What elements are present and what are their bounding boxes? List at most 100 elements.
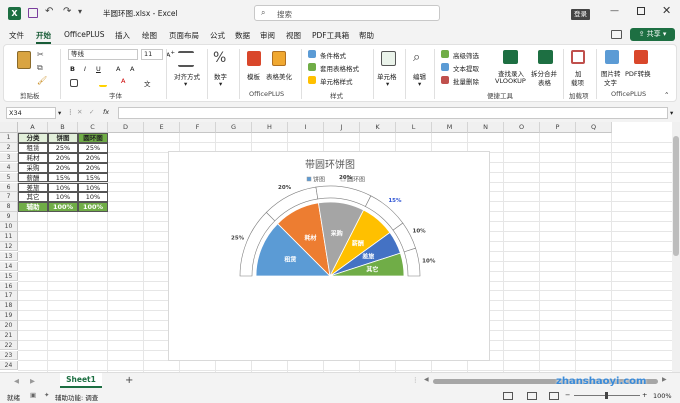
share-button[interactable]: ⇪ 共享 ▾: [630, 28, 675, 41]
picture-to-text-icon[interactable]: [605, 50, 619, 64]
row-header-4[interactable]: 4: [0, 162, 18, 173]
minimize-button[interactable]: —: [610, 6, 619, 16]
select-all-corner[interactable]: [0, 122, 18, 133]
add-sheet-button[interactable]: +: [125, 375, 133, 386]
name-box-chevron-icon[interactable]: ▾: [58, 109, 61, 117]
advanced-filter-icon[interactable]: [441, 50, 449, 58]
row-header-9[interactable]: 9: [0, 212, 18, 222]
conditional-format-icon[interactable]: [308, 50, 316, 58]
accessibility-status[interactable]: 辅助功能: 调查: [55, 392, 98, 402]
page-break-view-icon[interactable]: [549, 392, 559, 400]
column-header-l[interactable]: L: [396, 122, 432, 133]
accessibility-icon[interactable]: ✦: [44, 391, 49, 399]
percent-icon[interactable]: %: [213, 50, 226, 66]
template-icon[interactable]: [247, 51, 261, 66]
worksheet-grid[interactable]: ABCDEFGHIJKLMNOPQ 1 2 3 4 5 6 7 8 9 10 11 12 13 14 15 1…: [0, 122, 672, 372]
column-header-n[interactable]: N: [468, 122, 504, 133]
column-header-k[interactable]: K: [360, 122, 396, 133]
tab-help[interactable]: 帮助: [359, 30, 374, 41]
table-header-cell[interactable]: 饼图: [48, 133, 78, 143]
login-button[interactable]: 登录: [571, 9, 590, 20]
scroll-thumb[interactable]: [673, 136, 679, 256]
column-header-p[interactable]: P: [540, 122, 576, 133]
table-cell[interactable]: 10%: [48, 192, 78, 203]
font-size-select[interactable]: 11: [141, 49, 163, 60]
table-cell[interactable]: 其它: [18, 192, 48, 203]
font-color-icon[interactable]: A: [121, 77, 125, 85]
vlookup-icon[interactable]: [503, 50, 518, 64]
table-cell[interactable]: 100%: [48, 202, 78, 213]
conditional-format-button[interactable]: 条件格式: [320, 50, 346, 60]
font-size-increase-icon[interactable]: A+: [166, 50, 175, 59]
next-sheet-icon[interactable]: ▶: [30, 377, 35, 385]
column-header-i[interactable]: I: [288, 122, 324, 133]
column-header-j[interactable]: J: [324, 122, 360, 133]
vertical-scrollbar[interactable]: [672, 122, 680, 372]
table-format-button[interactable]: 套用表格格式: [320, 63, 359, 73]
addins-icon[interactable]: [571, 50, 585, 64]
batch-delete-button[interactable]: 批量删除: [453, 76, 479, 86]
sheet-tab-sheet1[interactable]: Sheet1: [60, 373, 102, 388]
row-header-15[interactable]: 15: [0, 271, 18, 282]
tab-draw[interactable]: 绘图: [142, 30, 157, 41]
save-icon[interactable]: [28, 8, 38, 18]
text-extract-icon[interactable]: [441, 63, 449, 71]
picture-to-text-label-2[interactable]: 文字: [604, 77, 617, 87]
row-header-10[interactable]: 10: [0, 222, 18, 232]
scroll-right-icon[interactable]: ▶: [662, 376, 667, 383]
row-header-24[interactable]: 24: [0, 360, 18, 371]
table-header-cell[interactable]: 圆环图: [78, 133, 108, 143]
ring-segment-其它[interactable]: [403, 247, 421, 277]
tab-review[interactable]: 审阅: [260, 30, 275, 41]
pdf-convert-label[interactable]: PDF转换: [625, 68, 651, 78]
cell-style-icon[interactable]: [308, 76, 316, 84]
row-header-14[interactable]: 14: [0, 261, 18, 272]
collapse-ribbon-icon[interactable]: ⌃: [664, 91, 669, 99]
cells-icon[interactable]: [381, 51, 396, 66]
insert-function-icon[interactable]: fx: [103, 108, 109, 116]
column-header-a[interactable]: A: [18, 122, 48, 133]
tab-home[interactable]: 开始: [36, 30, 51, 44]
search-box[interactable]: ⌕ 搜索: [254, 5, 440, 21]
row-header-19[interactable]: 19: [0, 311, 18, 321]
vlookup-label-2[interactable]: VLOOKUP: [495, 77, 526, 85]
search-icon[interactable]: ⌕: [413, 50, 420, 65]
comment-icon[interactable]: [611, 30, 622, 39]
tab-page-layout[interactable]: 页面布局: [169, 30, 199, 41]
page-layout-view-icon[interactable]: [527, 392, 537, 400]
column-header-c[interactable]: C: [78, 122, 108, 133]
table-cell[interactable]: 耗材: [18, 152, 48, 163]
table-cell[interactable]: 100%: [78, 202, 108, 213]
cut-icon[interactable]: ✂: [37, 50, 44, 59]
font-name-select[interactable]: 等线: [68, 49, 138, 60]
table-cell[interactable]: 薪酬: [18, 172, 48, 183]
table-cell[interactable]: 20%: [78, 162, 108, 173]
cancel-icon[interactable]: ✕: [77, 108, 82, 116]
row-header-1[interactable]: 1: [0, 133, 18, 143]
maximize-button[interactable]: [637, 7, 645, 15]
table-cell[interactable]: 25%: [78, 142, 108, 153]
chart-area[interactable]: 带圆环饼图 饼图 圆环图 25% 20% 20% 15% 10% 10% 租赁 耗材 采购 薪酬 差旅…: [168, 151, 490, 361]
template-button[interactable]: 模板: [247, 71, 260, 81]
tab-insert[interactable]: 插入: [115, 30, 130, 41]
table-beautify-icon[interactable]: [272, 51, 286, 66]
underline-button[interactable]: U: [96, 65, 101, 73]
table-cell[interactable]: 20%: [48, 152, 78, 163]
table-cell[interactable]: 20%: [78, 152, 108, 163]
zoom-slider-thumb[interactable]: [605, 392, 608, 399]
name-box[interactable]: X34: [6, 107, 56, 119]
align-icon[interactable]: [178, 51, 194, 67]
row-header-16[interactable]: 16: [0, 281, 18, 291]
column-header-h[interactable]: H: [252, 122, 288, 133]
tab-file[interactable]: 文件: [9, 30, 24, 41]
normal-view-icon[interactable]: [503, 392, 513, 400]
table-cell[interactable]: 差旅: [18, 182, 48, 193]
row-header-6[interactable]: 6: [0, 182, 18, 192]
row-header-13[interactable]: 13: [0, 251, 18, 262]
tab-data[interactable]: 数据: [235, 30, 250, 41]
italic-button[interactable]: I: [84, 65, 86, 73]
table-cell[interactable]: 10%: [78, 182, 108, 193]
row-header-3[interactable]: 3: [0, 152, 18, 163]
tab-formulas[interactable]: 公式: [210, 30, 225, 41]
scroll-left-icon[interactable]: ◀: [424, 376, 429, 383]
